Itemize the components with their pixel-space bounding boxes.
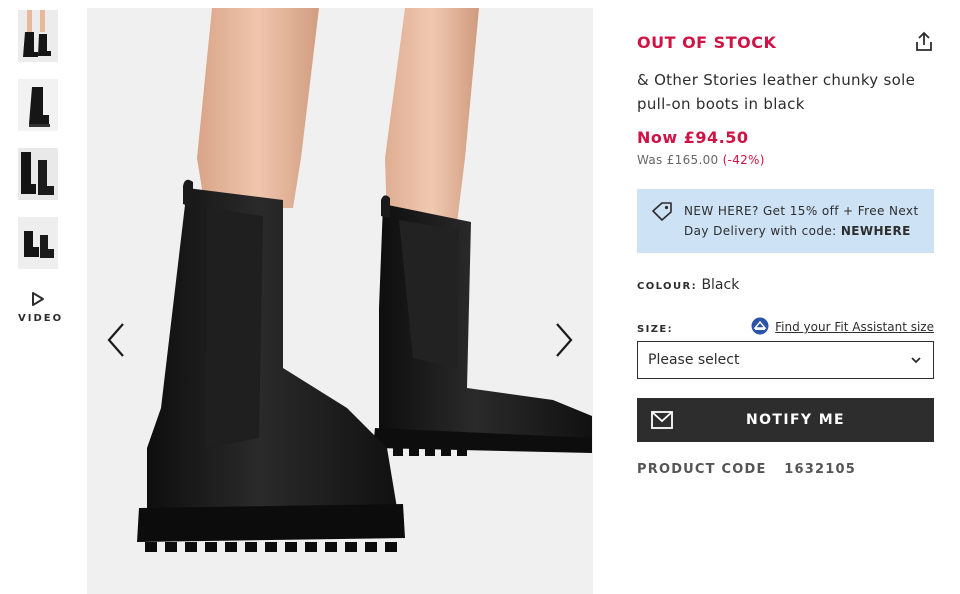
size-select-value: Please select (648, 352, 740, 368)
notify-me-label: NOTIFY ME (745, 412, 846, 428)
colour-value: Black (701, 277, 740, 293)
previous-price: Was £165.00 (637, 153, 719, 167)
size-select[interactable]: Please select (637, 341, 934, 379)
mail-icon (651, 411, 673, 429)
boots-top-thumbnail (18, 217, 58, 269)
previous-image-button[interactable] (99, 320, 135, 360)
promo-code: NEWHERE (840, 224, 911, 238)
next-image-button[interactable] (545, 320, 581, 360)
promo-banner: NEW HERE? Get 15% off + Free Next Day De… (637, 189, 934, 253)
chevron-right-icon (556, 323, 573, 357)
product-code-label: PRODUCT CODE (637, 462, 767, 477)
thumbnail-1[interactable] (18, 10, 58, 62)
product-code-value: 1632105 (784, 462, 856, 477)
chevron-left-icon (107, 323, 124, 357)
fit-assistant-text: Find your Fit Assistant size (775, 320, 934, 334)
fit-assistant-link[interactable]: Find your Fit Assistant size (751, 317, 934, 335)
size-label: SIZE: (637, 324, 674, 335)
stock-status: OUT OF STOCK (637, 33, 777, 52)
video-button[interactable]: VIDEO (18, 291, 64, 324)
size-row: SIZE: Find your Fit Assistant size (637, 317, 934, 337)
main-product-image (87, 8, 593, 594)
boot-side-thumbnail (18, 79, 58, 131)
tag-icon (652, 202, 672, 221)
discount-percent: (-42%) (722, 153, 765, 167)
play-icon (32, 292, 44, 306)
boots-product-photo (87, 8, 593, 594)
share-button[interactable] (912, 30, 936, 54)
stock-row: OUT OF STOCK (637, 30, 934, 56)
notify-me-button[interactable]: NOTIFY ME (637, 398, 934, 442)
boots-pair-thumbnail (18, 148, 58, 200)
thumbnail-3[interactable] (18, 148, 58, 200)
product-code-row: PRODUCT CODE 1632105 (637, 462, 934, 477)
current-price: Now £94.50 (637, 128, 749, 147)
thumbnail-list (18, 10, 58, 286)
previous-price-row: Was £165.00 (-42%) (637, 153, 934, 167)
fit-assistant-icon (751, 317, 769, 335)
video-label: VIDEO (18, 313, 64, 324)
thumbnail-2[interactable] (18, 79, 58, 131)
boots-front-thumbnail (18, 10, 58, 62)
colour-label: COLOUR: (637, 281, 697, 292)
product-title: & Other Stories leather chunky sole pull… (637, 71, 916, 113)
product-details: OUT OF STOCK & Other Stories leather chu… (637, 30, 934, 477)
chevron-down-icon (911, 357, 921, 364)
colour-row: COLOUR: Black (637, 277, 934, 293)
thumbnail-4[interactable] (18, 217, 58, 269)
share-icon (916, 31, 932, 51)
